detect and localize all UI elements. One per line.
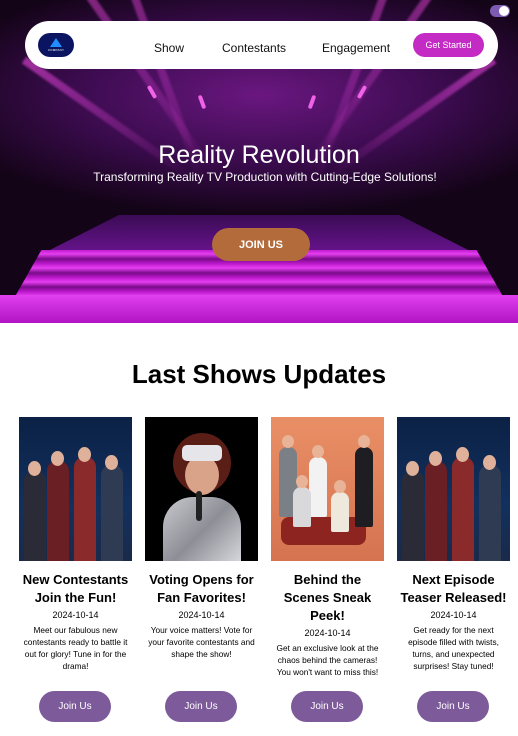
logo-text: COMPANY xyxy=(47,48,65,52)
get-started-button[interactable]: Get Started xyxy=(413,33,484,57)
theme-toggle[interactable] xyxy=(490,5,510,17)
nav-link-contestants[interactable]: Contestants xyxy=(222,41,286,55)
card-description: Get an exclusive look at the chaos behin… xyxy=(276,643,379,677)
card-join-button[interactable]: Join Us xyxy=(165,691,237,722)
card-date: 2024-10-14 xyxy=(52,610,99,620)
nav-link-engagement[interactable]: Engagement xyxy=(322,41,390,55)
join-us-button[interactable]: JOIN US xyxy=(212,228,310,261)
nav-link-show[interactable]: Show xyxy=(154,41,184,55)
card-join-button[interactable]: Join Us xyxy=(417,691,489,722)
card-image xyxy=(271,417,384,561)
card-join-button[interactable]: Join Us xyxy=(39,691,111,722)
company-logo-icon[interactable]: COMPANY xyxy=(38,33,74,57)
card-image xyxy=(19,417,132,561)
card-image xyxy=(397,417,510,561)
navbar: COMPANY Show Contestants Engagement Get … xyxy=(25,21,498,69)
card-description: Your voice matters! Vote for your favori… xyxy=(148,625,255,659)
card-image xyxy=(145,417,258,561)
card-title: Behind the Scenes Sneak Peek! xyxy=(283,572,372,623)
card-date: 2024-10-14 xyxy=(430,610,477,620)
card-date: 2024-10-14 xyxy=(178,610,225,620)
show-card: Behind the Scenes Sneak Peek! 2024-10-14… xyxy=(271,417,384,722)
hero-title: Reality Revolution xyxy=(158,141,360,169)
toggle-icon xyxy=(499,6,509,16)
section-title: Last Shows Updates xyxy=(131,359,387,389)
stage-light xyxy=(307,94,317,110)
show-card: Voting Opens for Fan Favorites! 2024-10-… xyxy=(145,417,258,722)
card-title: Next Episode Teaser Released! xyxy=(400,572,507,605)
stage-light xyxy=(197,94,207,110)
card-title: New Contestants Join the Fun! xyxy=(22,572,129,605)
show-card: New Contestants Join the Fun! 2024-10-14… xyxy=(19,417,132,722)
hero-subtitle: Transforming Reality TV Production with … xyxy=(93,170,437,184)
card-description: Get ready for the next episode filled wi… xyxy=(408,625,499,671)
show-card: Next Episode Teaser Released! 2024-10-14… xyxy=(397,417,510,722)
card-join-button[interactable]: Join Us xyxy=(291,691,363,722)
stage-floor xyxy=(0,295,518,323)
card-description: Meet our fabulous new contestants ready … xyxy=(23,625,128,671)
card-date: 2024-10-14 xyxy=(304,628,351,638)
card-title: Voting Opens for Fan Favorites! xyxy=(149,572,254,605)
logo-triangle xyxy=(50,38,62,47)
